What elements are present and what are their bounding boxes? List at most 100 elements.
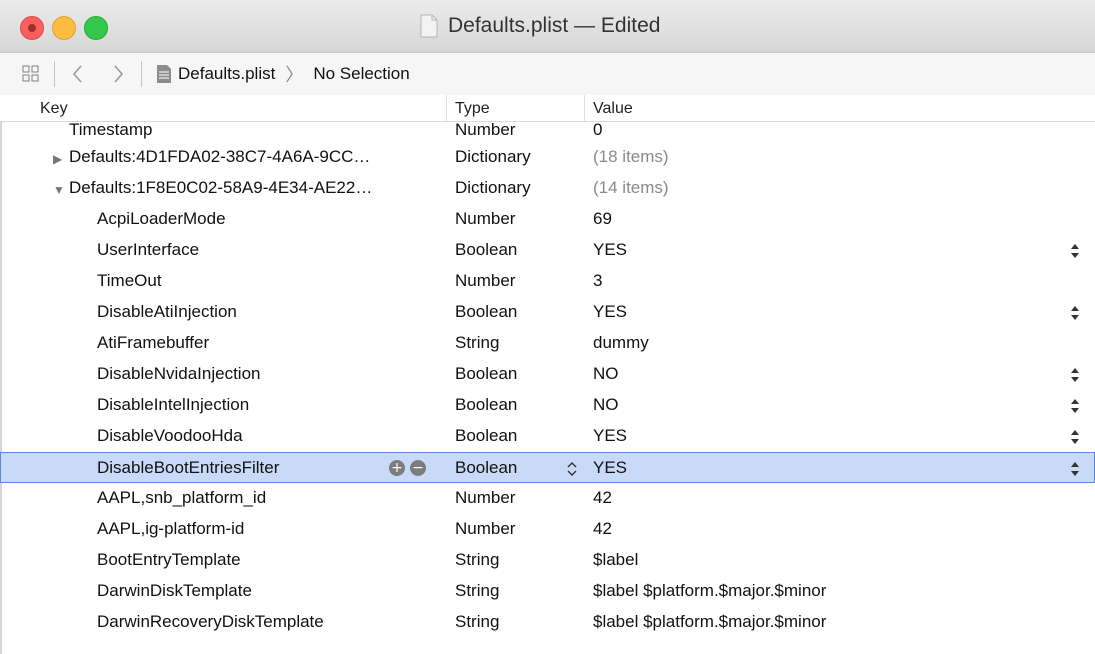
column-header-value[interactable]: Value [593, 100, 633, 118]
table-header: Key Type Value [0, 95, 1095, 122]
row-key[interactable]: UserInterface [97, 240, 199, 260]
value-stepper-icon[interactable] [1069, 365, 1081, 385]
row-value[interactable]: 3 [593, 271, 602, 291]
back-button[interactable] [63, 59, 91, 89]
table-row[interactable]: AtiFramebuffer String dummy [0, 328, 1095, 359]
row-key[interactable]: BootEntryTemplate [97, 550, 241, 570]
row-key[interactable]: AtiFramebuffer [97, 333, 209, 353]
row-type[interactable]: String [455, 333, 499, 353]
row-key[interactable]: AAPL,ig-platform-id [97, 519, 244, 539]
column-divider[interactable] [446, 95, 447, 121]
table-row[interactable]: ▼ Defaults:1F8E0C02-58A9-4E34-AE22… Dict… [0, 173, 1095, 204]
table-row[interactable]: DisableAtiInjection Boolean YES [0, 297, 1095, 328]
row-key[interactable]: DarwinRecoveryDiskTemplate [97, 612, 324, 632]
row-key[interactable]: DisableIntelInjection [97, 395, 249, 415]
row-type[interactable]: Boolean [455, 458, 517, 478]
row-key[interactable]: DarwinDiskTemplate [97, 581, 252, 601]
add-item-button[interactable]: + [389, 460, 405, 476]
row-type[interactable]: Boolean [455, 302, 517, 322]
table-row[interactable]: UserInterface Boolean YES [0, 235, 1095, 266]
row-key[interactable]: DisableVoodooHda [97, 426, 243, 446]
zoom-window-button[interactable] [84, 16, 108, 40]
type-popup-chevron-icon[interactable] [565, 459, 579, 479]
row-value[interactable]: YES [593, 302, 627, 322]
table-row[interactable]: DarwinDiskTemplate String $label $platfo… [0, 576, 1095, 607]
row-value[interactable]: 69 [593, 209, 612, 229]
column-divider[interactable] [584, 95, 585, 121]
row-type[interactable]: Dictionary [455, 178, 531, 198]
breadcrumb-selection[interactable]: No Selection [313, 64, 409, 84]
row-value[interactable]: $label $platform.$major.$minor [593, 612, 826, 632]
table-row-selected[interactable]: DisableBootEntriesFilter + − Boolean YES [0, 452, 1095, 483]
row-type[interactable]: Boolean [455, 364, 517, 384]
row-type[interactable]: String [455, 612, 499, 632]
row-value[interactable]: (18 items) [593, 147, 669, 167]
remove-item-button[interactable]: − [410, 460, 426, 476]
jump-bar: Defaults.plist 〉 No Selection [0, 52, 1095, 96]
row-type[interactable]: Boolean [455, 395, 517, 415]
chevron-right-icon [114, 65, 124, 83]
row-type[interactable]: Number [455, 271, 515, 291]
row-value[interactable]: 42 [593, 488, 612, 508]
value-stepper-icon[interactable] [1069, 396, 1081, 416]
row-key[interactable]: Defaults:1F8E0C02-58A9-4E34-AE22… [69, 178, 372, 198]
row-key[interactable]: AcpiLoaderMode [97, 209, 226, 229]
row-key[interactable]: DisableBootEntriesFilter [97, 458, 279, 478]
row-value[interactable]: 42 [593, 519, 612, 539]
row-value[interactable]: 0 [593, 120, 602, 140]
table-row[interactable]: AAPL,ig-platform-id Number 42 [0, 514, 1095, 545]
row-key[interactable]: TimeOut [97, 271, 162, 291]
row-type[interactable]: String [455, 550, 499, 570]
row-value[interactable]: NO [593, 364, 619, 384]
disclosure-triangle-expanded-icon[interactable]: ▼ [53, 183, 65, 197]
row-type[interactable]: String [455, 581, 499, 601]
value-stepper-icon[interactable] [1069, 427, 1081, 447]
table-row[interactable]: Timestamp Number 0 [0, 120, 1095, 142]
table-row[interactable]: DisableIntelInjection Boolean NO [0, 390, 1095, 421]
row-value[interactable]: YES [593, 458, 627, 478]
value-stepper-icon[interactable] [1069, 459, 1081, 479]
table-row[interactable]: TimeOut Number 3 [0, 266, 1095, 297]
row-value[interactable]: $label $platform.$major.$minor [593, 581, 826, 601]
window-title-group: Defaults.plist — Edited [420, 14, 660, 38]
table-row[interactable]: DarwinRecoveryDiskTemplate String $label… [0, 607, 1095, 638]
column-header-key[interactable]: Key [40, 100, 68, 118]
value-stepper-icon[interactable] [1069, 241, 1081, 261]
row-key[interactable]: DisableNvidaInjection [97, 364, 260, 384]
breadcrumb: Defaults.plist 〉 No Selection [150, 61, 410, 87]
minimize-window-button[interactable] [52, 16, 76, 40]
row-type[interactable]: Number [455, 519, 515, 539]
table-row[interactable]: AcpiLoaderMode Number 69 [0, 204, 1095, 235]
row-value[interactable]: YES [593, 240, 627, 260]
row-type[interactable]: Dictionary [455, 147, 531, 167]
value-stepper-icon[interactable] [1069, 303, 1081, 323]
window-title: Defaults.plist — Edited [448, 14, 661, 37]
close-window-button[interactable] [20, 16, 44, 40]
column-header-type[interactable]: Type [455, 100, 490, 118]
row-type[interactable]: Boolean [455, 426, 517, 446]
table-row[interactable]: BootEntryTemplate String $label [0, 545, 1095, 576]
related-items-button[interactable] [16, 59, 46, 89]
table-row[interactable]: DisableNvidaInjection Boolean NO [0, 359, 1095, 390]
row-key[interactable]: DisableAtiInjection [97, 302, 237, 322]
row-type[interactable]: Number [455, 120, 515, 140]
forward-button[interactable] [105, 59, 133, 89]
row-value[interactable]: YES [593, 426, 627, 446]
row-type[interactable]: Number [455, 488, 515, 508]
row-value[interactable]: $label [593, 550, 638, 570]
table-row[interactable]: AAPL,snb_platform_id Number 42 [0, 483, 1095, 514]
row-value[interactable]: dummy [593, 333, 649, 353]
row-value[interactable]: NO [593, 395, 619, 415]
table-row[interactable]: DisableVoodooHda Boolean YES [0, 421, 1095, 452]
breadcrumb-file[interactable]: Defaults.plist [178, 64, 275, 84]
table-row[interactable]: ▶ Defaults:4D1FDA02-38C7-4A6A-9CC… Dicti… [0, 142, 1095, 173]
row-key[interactable]: Defaults:4D1FDA02-38C7-4A6A-9CC… [69, 147, 370, 167]
plist-table: Key Type Value Timestamp Number 0 ▶ Defa… [0, 95, 1095, 654]
row-key[interactable]: AAPL,snb_platform_id [97, 488, 266, 508]
row-type[interactable]: Boolean [455, 240, 517, 260]
row-value[interactable]: (14 items) [593, 178, 669, 198]
disclosure-triangle-collapsed-icon[interactable]: ▶ [53, 152, 62, 166]
row-type[interactable]: Number [455, 209, 515, 229]
row-key[interactable]: Timestamp [69, 120, 152, 140]
plist-editor-window: Defaults.plist — Edited Defaults.plist 〉… [0, 0, 1095, 654]
